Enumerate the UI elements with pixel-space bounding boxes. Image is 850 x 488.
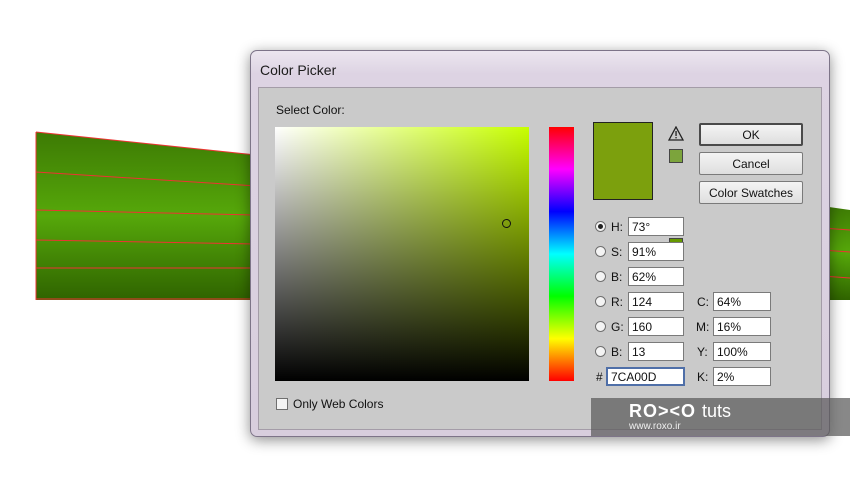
radio-red[interactable]: [595, 296, 606, 307]
hue-slider[interactable]: [549, 127, 574, 381]
radio-brightness[interactable]: [595, 271, 606, 282]
cancel-button[interactable]: Cancel: [699, 152, 803, 175]
color-field-cursor[interactable]: [501, 219, 511, 229]
select-color-label: Select Color:: [276, 103, 345, 117]
cyan-label: C:: [697, 295, 709, 309]
yellow-input[interactable]: 100%: [713, 342, 771, 361]
green-label: G:: [611, 320, 624, 334]
new-color-preview: [593, 122, 653, 200]
red-label: R:: [611, 295, 623, 309]
watermark-tuts-text: tuts: [702, 401, 732, 421]
saturation-label: S:: [611, 245, 623, 259]
hue-input[interactable]: 73°: [628, 217, 684, 236]
magenta-input[interactable]: 16%: [713, 317, 771, 336]
warning-icon[interactable]: [668, 126, 684, 141]
radio-saturation[interactable]: [595, 246, 606, 257]
red-input[interactable]: 124: [628, 292, 684, 311]
radio-blue[interactable]: [595, 346, 606, 357]
watermark: RO><O tuts www.roxo.ir: [591, 398, 850, 436]
blue-input[interactable]: 13: [628, 342, 684, 361]
saturation-input[interactable]: 91%: [628, 242, 684, 261]
blue-label: B:: [611, 345, 623, 359]
radio-hue[interactable]: [595, 221, 606, 232]
color-picker-dialog: Color Picker Select Color: OK Cancel Col…: [250, 50, 830, 437]
brightness-label: B:: [611, 270, 623, 284]
dialog-body: Select Color: OK Cancel Color Swatches H…: [258, 87, 822, 430]
hex-input[interactable]: 7CA00D: [606, 367, 685, 386]
watermark-url: www.roxo.ir: [629, 421, 681, 432]
watermark-logo-text: RO><O: [629, 401, 697, 421]
window-title: Color Picker: [260, 62, 337, 78]
black-label: K:: [697, 370, 709, 384]
title-bar[interactable]: Color Picker: [251, 51, 829, 87]
hue-label: H:: [611, 220, 623, 234]
green-input[interactable]: 160: [628, 317, 684, 336]
only-web-colors-label[interactable]: Only Web Colors: [293, 397, 383, 411]
magenta-label: M:: [696, 320, 710, 334]
cyan-input[interactable]: 64%: [713, 292, 771, 311]
black-input[interactable]: 2%: [713, 367, 771, 386]
hex-label: #: [596, 370, 603, 384]
ok-button[interactable]: OK: [699, 123, 803, 146]
yellow-label: Y:: [697, 345, 708, 359]
watermark-logo: RO><O tuts: [629, 401, 731, 422]
only-web-colors-checkbox[interactable]: [276, 398, 288, 410]
out-of-gamut-swatch[interactable]: [669, 149, 683, 163]
radio-green[interactable]: [595, 321, 606, 332]
saturation-brightness-field[interactable]: [275, 127, 529, 381]
color-swatches-button[interactable]: Color Swatches: [699, 181, 803, 204]
brightness-input[interactable]: 62%: [628, 267, 684, 286]
